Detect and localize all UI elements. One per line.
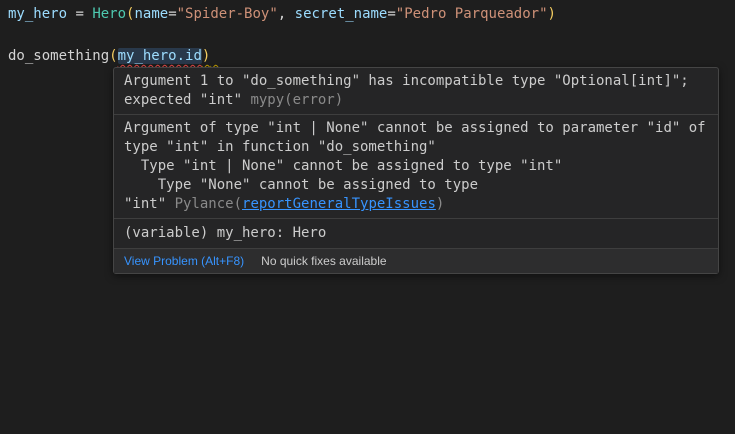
operator-token[interactable]: = — [67, 6, 92, 22]
mypy-diagnostic-message: Argument 1 to "do_something" has incompa… — [124, 73, 689, 108]
equals-token[interactable]: = — [387, 6, 395, 22]
pylance-diagnostic: Argument of type "int | None" cannot be … — [114, 115, 718, 219]
equals-token[interactable]: = — [168, 6, 176, 22]
pylance-source-suffix: ) — [436, 196, 444, 212]
hover-tooltip: Argument 1 to "do_something" has incompa… — [113, 67, 719, 274]
warning-squiggle-tail — [210, 48, 218, 64]
variable-token[interactable]: my_hero — [8, 6, 67, 22]
close-paren-token[interactable]: ) — [548, 6, 556, 22]
open-paren-token[interactable]: ( — [109, 48, 117, 64]
function-call-token[interactable]: do_something — [8, 48, 109, 64]
report-general-type-issues-link[interactable]: reportGeneralTypeIssues — [242, 196, 436, 212]
code-line-2[interactable]: do_something(my_hero.id) — [8, 46, 219, 66]
variable-info: (variable) my_hero: Hero — [114, 219, 718, 249]
pylance-source-prefix: Pylance( — [175, 196, 242, 212]
comma-token[interactable]: , — [278, 6, 295, 22]
string-token[interactable]: "Pedro Parqueador" — [396, 6, 548, 22]
view-problem-link[interactable]: View Problem (Alt+F8) — [124, 249, 244, 273]
class-token[interactable]: Hero — [92, 6, 126, 22]
hover-status-bar: View Problem (Alt+F8) No quick fixes avai… — [114, 249, 718, 273]
parameter-token[interactable]: secret_name — [295, 6, 388, 22]
variable-info-text: (variable) my_hero: Hero — [124, 225, 326, 241]
hovered-symbol-my-hero-id[interactable]: my_hero.id — [118, 48, 202, 64]
parameter-token[interactable]: name — [134, 6, 168, 22]
string-token[interactable]: "Spider-Boy" — [177, 6, 278, 22]
mypy-diagnostic: Argument 1 to "do_something" has incompa… — [114, 68, 718, 115]
code-line-1[interactable]: my_hero = Hero(name="Spider-Boy", secret… — [8, 4, 556, 24]
no-quick-fixes-label: No quick fixes available — [261, 249, 386, 273]
mypy-diagnostic-source: mypy(error) — [250, 92, 343, 108]
